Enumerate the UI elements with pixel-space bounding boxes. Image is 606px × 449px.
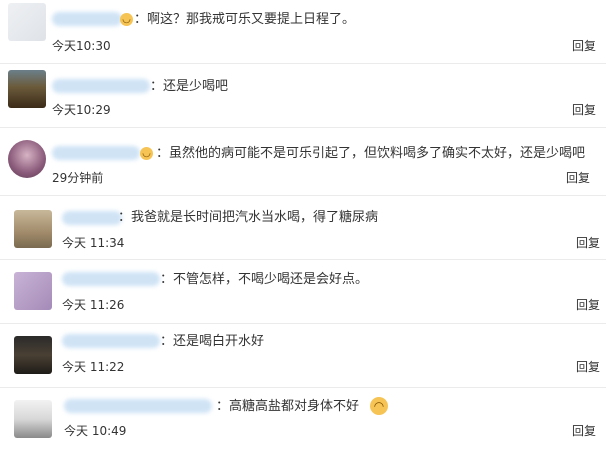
comment-item: ：还是少喝吧 今天10:29 回复 <box>0 64 606 128</box>
smile-emoji: ◡ <box>140 147 153 160</box>
reply-button[interactable]: 回复 <box>576 298 600 312</box>
avatar[interactable] <box>14 400 52 438</box>
username-blurred[interactable] <box>52 79 150 93</box>
reply-button[interactable]: 回复 <box>572 424 596 438</box>
username-blurred[interactable] <box>62 211 122 225</box>
comment-text: ：我爸就是长时间把汽水当水喝，得了糖尿病 <box>118 210 379 225</box>
comment-text: ：还是喝白开水好 <box>160 334 265 349</box>
comment-time: 今天 11:22 <box>62 360 125 374</box>
comment-time: 今天10:29 <box>52 103 111 117</box>
username-blurred[interactable] <box>52 12 122 26</box>
avatar[interactable] <box>14 272 52 310</box>
comment-time: 今天10:30 <box>52 39 111 53</box>
comment-text: ：啊这？那我戒可乐又要提上日程了。 <box>134 12 356 27</box>
avatar[interactable] <box>8 3 46 41</box>
username-blurred[interactable] <box>52 146 140 160</box>
username-blurred[interactable] <box>64 399 212 413</box>
comment-text: ：还是少喝吧 <box>150 79 229 94</box>
username-blurred[interactable] <box>62 334 160 348</box>
comment-text: ：不管怎样，不喝少喝还是会好点。 <box>160 272 369 287</box>
reply-button[interactable]: 回复 <box>572 103 596 117</box>
reply-button[interactable]: 回复 <box>576 360 600 374</box>
comment-time: 29分钟前 <box>52 171 104 185</box>
comment-item: ：高糖高盐都对身体不好 ◠ 今天 10:49 回复 <box>0 388 606 449</box>
avatar[interactable] <box>8 140 46 178</box>
comment-item: ：我爸就是长时间把汽水当水喝，得了糖尿病 今天 11:34 回复 <box>0 196 606 260</box>
smile-emoji: ◡ <box>120 13 133 26</box>
comment-text: ：虽然他的病可能不是可乐引起了，但饮料喝多了确实不太好，还是少喝吧 <box>156 146 586 161</box>
comment-time: 今天 11:26 <box>62 298 125 312</box>
avatar[interactable] <box>14 336 52 374</box>
username-blurred[interactable] <box>62 272 160 286</box>
reply-button[interactable]: 回复 <box>572 39 596 53</box>
comment-item: ：还是喝白开水好 今天 11:22 回复 <box>0 324 606 388</box>
comment-item: ：不管怎样，不喝少喝还是会好点。 今天 11:26 回复 <box>0 260 606 324</box>
reply-button[interactable]: 回复 <box>576 236 600 250</box>
reply-button[interactable]: 回复 <box>566 171 590 185</box>
avatar[interactable] <box>8 70 46 108</box>
comment-text: ：高糖高盐都对身体不好 <box>216 399 360 414</box>
comment-item: ◡ ：啊这？那我戒可乐又要提上日程了。 今天10:30 回复 <box>0 0 606 64</box>
comment-time: 今天 10:49 <box>64 424 127 438</box>
avatar[interactable] <box>14 210 52 248</box>
laugh-cry-emoji: ◠ <box>370 397 388 415</box>
comment-time: 今天 11:34 <box>62 236 125 250</box>
comment-item: ◡ ：虽然他的病可能不是可乐引起了，但饮料喝多了确实不太好，还是少喝吧 29分钟… <box>0 128 606 196</box>
